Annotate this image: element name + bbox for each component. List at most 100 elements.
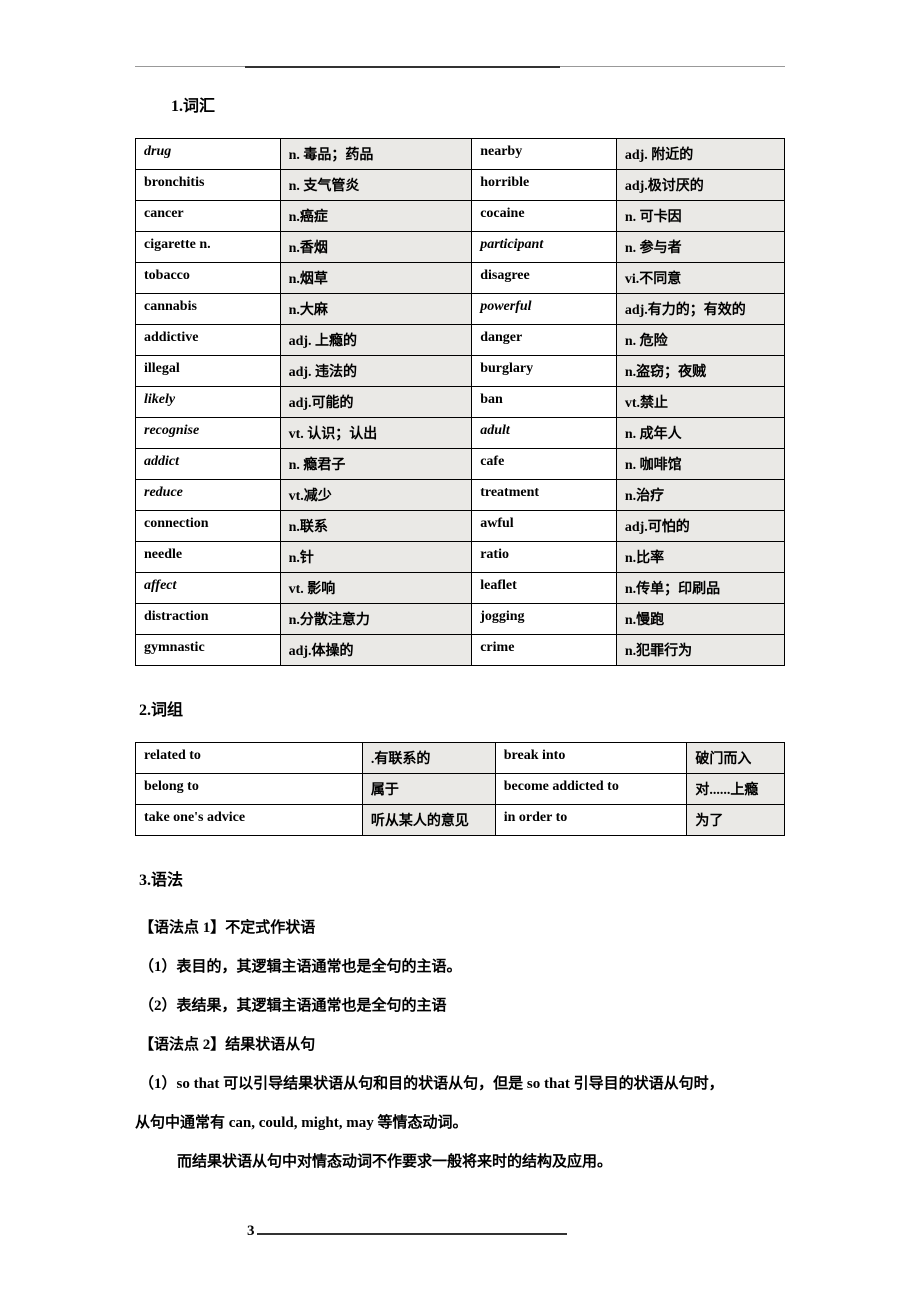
vocab-definition: adj.有力的；有效的 [616,294,784,325]
vocab-definition: adj.可怕的 [616,511,784,542]
vocab-word: leaflet [472,573,617,604]
table-row: likelyadj.可能的banvt.禁止 [136,387,785,418]
table-row: addictn. 瘾君子cafen. 咖啡馆 [136,449,785,480]
document-page: 1.词汇 drugn. 毒品；药品nearbyadj. 附近的bronchiti… [0,0,920,1302]
grammar-point-2: 【语法点 2】结果状语从句 [139,1029,785,1062]
vocab-definition: n.香烟 [280,232,472,263]
phrase-meaning: 属于 [362,774,495,805]
vocab-definition: vt.减少 [280,480,472,511]
vocab-definition: n. 可卡因 [616,201,784,232]
vocab-definition: n. 支气管炎 [280,170,472,201]
grammar-point-2c: 而结果状语从句中对情态动词不作要求一般将来时的结构及应用。 [177,1146,785,1179]
vocab-definition: n.大麻 [280,294,472,325]
table-row: cannabisn.大麻powerfuladj.有力的；有效的 [136,294,785,325]
page-number: 3 [247,1223,785,1240]
vocab-word: reduce [136,480,281,511]
phrase-term: related to [136,743,363,774]
vocab-word: cancer [136,201,281,232]
table-row: recognisevt. 认识；认出adultn. 成年人 [136,418,785,449]
vocab-word: likely [136,387,281,418]
vocab-definition: n.慢跑 [616,604,784,635]
vocab-definition: n.分散注意力 [280,604,472,635]
vocab-word: needle [136,542,281,573]
phrase-term: in order to [495,805,687,836]
table-row: drugn. 毒品；药品nearbyadj. 附近的 [136,139,785,170]
vocab-definition: adj.体操的 [280,635,472,666]
vocab-word: burglary [472,356,617,387]
vocab-word: awful [472,511,617,542]
vocab-word: addict [136,449,281,480]
grammar-point-1: 【语法点 1】不定式作状语 [139,912,785,945]
vocab-definition: n.盗窃；夜贼 [616,356,784,387]
vocab-word: participant [472,232,617,263]
vocab-word: connection [136,511,281,542]
vocab-table: drugn. 毒品；药品nearbyadj. 附近的bronchitisn. 支… [135,138,785,666]
vocab-definition: n.比率 [616,542,784,573]
vocab-definition: vt.禁止 [616,387,784,418]
table-row: belong to属于become addicted to对......上瘾 [136,774,785,805]
vocab-word: distraction [136,604,281,635]
section-2-heading: 2.词组 [139,696,785,720]
grammar-point-1a: （1）表目的，其逻辑主语通常也是全句的主语。 [139,951,785,984]
page-number-value: 3 [247,1223,255,1239]
vocab-word: cafe [472,449,617,480]
phrase-term: become addicted to [495,774,687,805]
phrase-meaning: 破门而入 [687,743,785,774]
vocab-definition: n.治疗 [616,480,784,511]
vocab-word: tobacco [136,263,281,294]
vocab-definition: n. 成年人 [616,418,784,449]
phrase-term: take one's advice [136,805,363,836]
vocab-definition: n. 瘾君子 [280,449,472,480]
vocab-word: cigarette n. [136,232,281,263]
vocab-definition: adj. 上瘾的 [280,325,472,356]
table-row: addictiveadj. 上瘾的dangern. 危险 [136,325,785,356]
section-3-heading: 3.语法 [139,866,785,890]
vocab-word: danger [472,325,617,356]
vocab-definition: adj. 违法的 [280,356,472,387]
vocab-word: horrible [472,170,617,201]
vocab-definition: n. 参与者 [616,232,784,263]
table-row: illegaladj. 违法的burglaryn.盗窃；夜贼 [136,356,785,387]
grammar-point-1b: （2）表结果，其逻辑主语通常也是全句的主语 [139,990,785,1023]
table-row: needlen.针ration.比率 [136,542,785,573]
vocab-definition: adj.可能的 [280,387,472,418]
phrase-meaning: 听从某人的意见 [362,805,495,836]
vocab-word: crime [472,635,617,666]
vocab-word: ratio [472,542,617,573]
phrase-term: break into [495,743,687,774]
vocab-definition: n.传单；印刷品 [616,573,784,604]
table-row: affectvt. 影响leafletn.传单；印刷品 [136,573,785,604]
grammar-point-2a: （1）so that 可以引导结果状语从句和目的状语从句，但是 so that … [139,1068,785,1101]
table-row: distractionn.分散注意力joggingn.慢跑 [136,604,785,635]
vocab-definition: vt. 影响 [280,573,472,604]
table-row: cancern.癌症cocainen. 可卡因 [136,201,785,232]
vocab-definition: n.联系 [280,511,472,542]
table-row: reducevt.减少treatmentn.治疗 [136,480,785,511]
table-row: take one's advice听从某人的意见in order to为了 [136,805,785,836]
vocab-definition: n.针 [280,542,472,573]
phrase-table: related to.有联系的break into破门而入belong to属于… [135,742,785,836]
table-row: connectionn.联系awfuladj.可怕的 [136,511,785,542]
vocab-word: affect [136,573,281,604]
vocab-word: illegal [136,356,281,387]
vocab-word: addictive [136,325,281,356]
vocab-definition: vi.不同意 [616,263,784,294]
phrase-meaning: 对......上瘾 [687,774,785,805]
vocab-word: recognise [136,418,281,449]
vocab-definition: n. 毒品；药品 [280,139,472,170]
header-rule-dark [245,66,560,68]
page-number-rule [257,1233,567,1235]
vocab-definition: n.癌症 [280,201,472,232]
vocab-word: nearby [472,139,617,170]
vocab-definition: adj. 附近的 [616,139,784,170]
table-row: related to.有联系的break into破门而入 [136,743,785,774]
vocab-word: drug [136,139,281,170]
vocab-word: adult [472,418,617,449]
grammar-block: 【语法点 1】不定式作状语 （1）表目的，其逻辑主语通常也是全句的主语。 （2）… [135,912,785,1179]
vocab-word: gymnastic [136,635,281,666]
grammar-point-2b: 从句中通常有 can, could, might, may 等情态动词。 [135,1107,785,1140]
table-row: bronchitisn. 支气管炎horribleadj.极讨厌的 [136,170,785,201]
table-row: cigarette n.n.香烟participantn. 参与者 [136,232,785,263]
vocab-word: jogging [472,604,617,635]
vocab-definition: adj.极讨厌的 [616,170,784,201]
